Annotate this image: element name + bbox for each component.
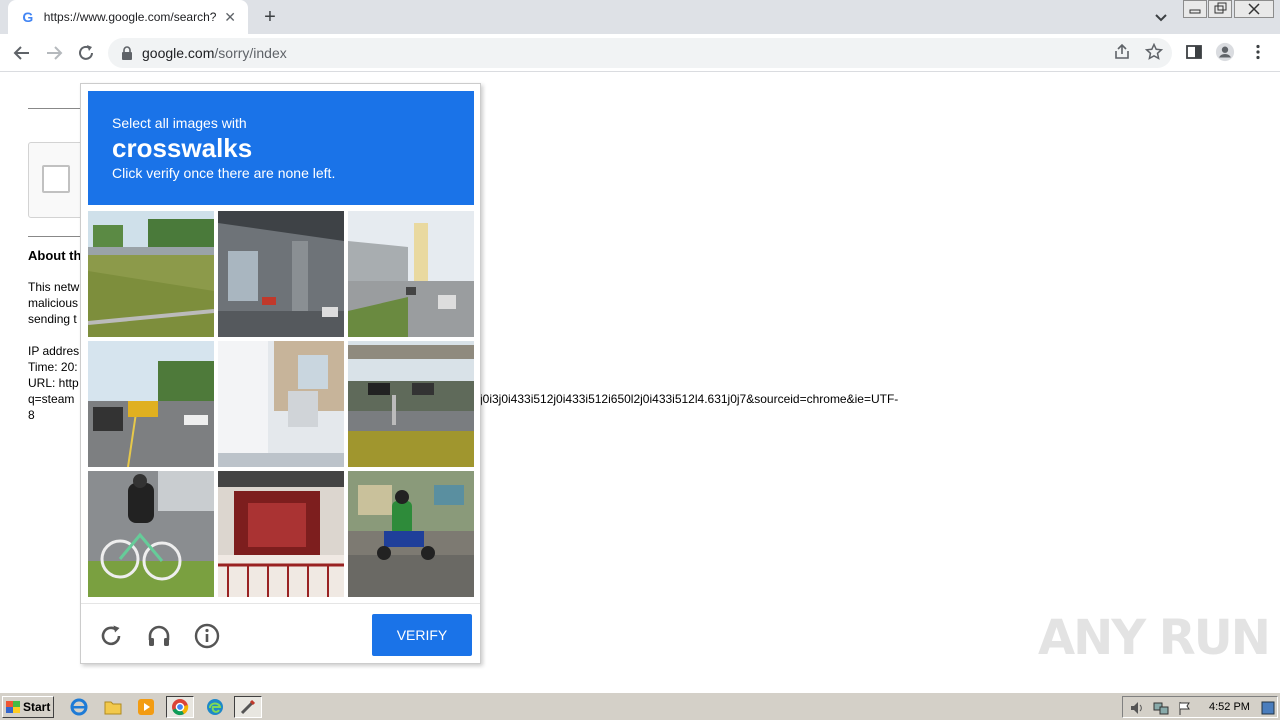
tab-close-icon[interactable]: ✕ — [222, 9, 238, 26]
captcha-tile[interactable] — [88, 211, 214, 337]
windows-flag-icon — [6, 701, 20, 713]
windows-taskbar: Start 4:52 PM — [0, 692, 1280, 720]
captcha-tile[interactable] — [348, 341, 474, 467]
taskbar-clock: 4:52 PM — [1209, 701, 1250, 713]
anyrun-watermark: ANY RUN — [1038, 610, 1271, 666]
new-tab-button[interactable]: + — [258, 6, 282, 28]
google-favicon-icon: G — [22, 9, 34, 25]
ip-address-line: IP addres — [28, 344, 80, 358]
captcha-tile[interactable] — [218, 211, 344, 337]
kebab-menu-icon[interactable] — [1248, 42, 1268, 62]
start-label: Start — [23, 700, 51, 714]
lock-icon — [122, 46, 132, 60]
profile-avatar-icon[interactable] — [1215, 42, 1235, 62]
query-line: q=steam — [28, 392, 75, 406]
tool-taskbar-icon[interactable] — [234, 696, 262, 718]
minimize-button[interactable] — [1183, 0, 1207, 18]
explanation-line: This netw — [28, 280, 80, 294]
back-arrow-icon[interactable] — [10, 41, 34, 65]
tab-strip: G https://www.google.com/search?q= ✕ + — [0, 0, 1280, 34]
show-desktop-icon[interactable] — [1261, 700, 1275, 721]
captcha-challenge: Select all images with crosswalks Click … — [80, 83, 481, 664]
tab-search-chevron-icon[interactable] — [1150, 6, 1172, 28]
url-host: google.com — [142, 45, 215, 61]
url-tail-text: j0i3j0i433i512j0i433i512i650l2j0i433i512… — [480, 392, 899, 406]
captcha-tile[interactable] — [88, 471, 214, 597]
explanation-line: malicious — [28, 296, 79, 310]
tab-title: https://www.google.com/search?q= — [43, 10, 217, 24]
captcha-footer: VERIFY — [81, 603, 480, 663]
divider — [28, 236, 88, 237]
edge-icon[interactable] — [204, 697, 226, 717]
captcha-tile[interactable] — [88, 341, 214, 467]
headphones-icon[interactable] — [145, 622, 173, 650]
captcha-instruction: Select all images with — [112, 115, 247, 131]
recaptcha-checkbox[interactable] — [42, 165, 70, 193]
forward-arrow-icon[interactable] — [42, 41, 66, 65]
info-icon[interactable] — [193, 622, 221, 650]
captcha-header: Select all images with crosswalks Click … — [88, 91, 474, 205]
divider — [28, 108, 88, 109]
network-icon[interactable] — [1153, 700, 1169, 721]
side-panel-icon[interactable] — [1184, 42, 1204, 62]
url-wrap-line: 8 — [28, 408, 35, 422]
verify-button[interactable]: VERIFY — [372, 614, 472, 656]
url-path: /sorry/index — [214, 45, 287, 61]
start-button[interactable]: Start — [2, 696, 54, 718]
browser-tab[interactable]: G https://www.google.com/search?q= ✕ — [8, 0, 248, 34]
captcha-tile[interactable] — [348, 211, 474, 337]
browser-toolbar: google.com/sorry/index — [0, 34, 1280, 72]
explanation-line: sending t — [28, 312, 77, 326]
about-heading: About th — [28, 248, 82, 263]
captcha-tile[interactable] — [218, 341, 344, 467]
recaptcha-widget — [28, 142, 88, 218]
system-tray: 4:52 PM — [1122, 696, 1278, 718]
captcha-tile[interactable] — [348, 471, 474, 597]
address-bar[interactable]: google.com/sorry/index — [108, 38, 1172, 68]
url-line: URL: http — [28, 376, 79, 390]
captcha-image-grid — [88, 211, 474, 597]
time-line: Time: 20: — [28, 360, 78, 374]
bookmark-star-icon[interactable] — [1144, 42, 1164, 62]
volume-icon[interactable] — [1129, 700, 1145, 721]
window-close-button[interactable] — [1234, 0, 1274, 18]
captcha-target: crosswalks — [112, 133, 253, 163]
action-center-flag-icon[interactable] — [1177, 700, 1193, 721]
share-icon[interactable] — [1112, 42, 1132, 62]
ie-icon[interactable] — [68, 697, 90, 717]
captcha-hint: Click verify once there are none left. — [112, 165, 336, 181]
captcha-tile[interactable] — [218, 471, 344, 597]
chrome-taskbar-icon[interactable] — [166, 696, 194, 718]
reload-page-icon[interactable] — [74, 41, 98, 65]
media-player-icon[interactable] — [135, 697, 157, 717]
restore-button[interactable] — [1208, 0, 1232, 18]
reload-icon[interactable] — [97, 622, 125, 650]
folder-icon[interactable] — [102, 697, 124, 717]
